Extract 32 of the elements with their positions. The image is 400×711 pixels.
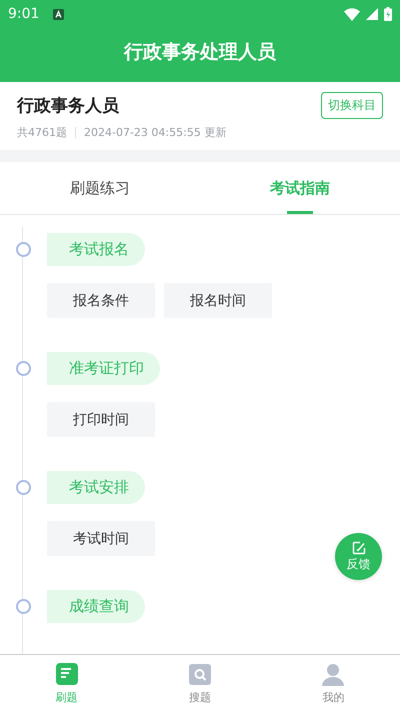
signal-icon [366,8,378,20]
document-icon [54,662,79,686]
feedback-button[interactable]: 反馈 [335,533,382,580]
page-title: 行政事务处理人员 [122,40,277,65]
section-title: 考试报名 [47,232,145,266]
subject-name: 行政事务人员 [17,95,119,117]
tab[interactable]: 考试指南 [200,162,400,214]
update-time: 2024-07-23 04:55:55 更新 [84,125,226,140]
section-title: 准考证打印 [47,352,160,384]
notification-icon [53,8,64,20]
question-count: 共4761题 [17,125,67,140]
section-title: 成绩查询 [47,590,145,622]
status-time: 9:01 [8,6,40,22]
timeline-node-icon [16,242,31,256]
search-icon [188,662,212,686]
guide-item[interactable]: 报名时间 [164,283,272,318]
section-title: 考试安排 [47,470,145,504]
timeline-node-icon [16,360,31,376]
nav-item[interactable]: 刷题 [0,655,134,711]
edit-icon [352,540,366,554]
user-icon [321,662,346,686]
nav-item[interactable]: 我的 [266,655,400,711]
timeline-node-icon [16,598,31,614]
wifi-icon [344,8,360,20]
guide-item[interactable]: 报名条件 [47,283,155,318]
nav-item[interactable]: 搜题 [133,655,267,711]
guide-item[interactable]: 考试时间 [47,521,155,556]
guide-item[interactable]: 打印时间 [47,402,155,437]
battery-icon [384,7,392,21]
tab[interactable]: 刷题练习 [0,162,200,214]
switch-subject-button[interactable]: 切换科目 [321,92,383,119]
timeline-node-icon [16,480,31,494]
